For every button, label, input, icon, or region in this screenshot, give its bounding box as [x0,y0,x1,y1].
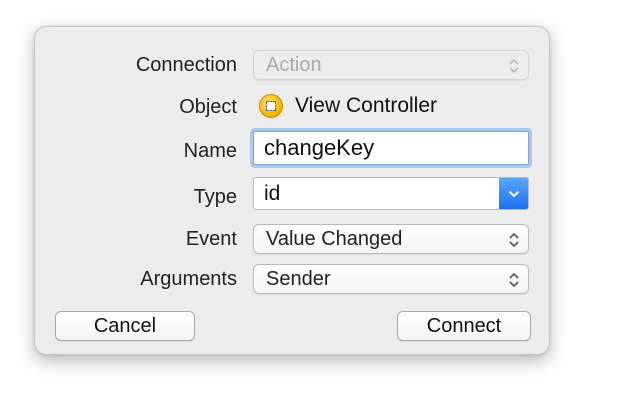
name-input[interactable]: changeKey [253,131,529,165]
stepper-arrows-icon [509,272,519,288]
stepper-arrows-icon [509,58,519,74]
event-popup[interactable]: Value Changed [253,224,529,254]
cancel-button[interactable]: Cancel [55,311,195,341]
type-dropdown-button[interactable] [499,178,528,209]
view-controller-icon [259,94,283,118]
connection-popup[interactable]: Action [253,50,529,80]
arguments-value: Sender [266,268,331,290]
object-value-row: View Controller [259,91,437,121]
arguments-popup[interactable]: Sender [253,264,529,294]
type-label: Type [193,186,237,208]
object-label: Object [179,96,237,118]
object-value: View Controller [295,94,438,117]
type-value: id [264,182,281,205]
connect-button[interactable]: Connect [397,311,531,341]
connection-label: Connection [135,54,237,76]
connection-value: Action [266,54,322,76]
chevron-down-icon [508,190,520,197]
name-label: Name [183,140,237,162]
event-value: Value Changed [266,228,403,250]
arguments-label: Arguments [140,268,237,290]
connection-dialog: Connection Action Object View Controller… [34,26,550,355]
type-combobox[interactable]: id [253,177,529,210]
event-label: Event [185,228,237,250]
stepper-arrows-icon [509,232,519,248]
name-input-value: changeKey [264,135,375,160]
